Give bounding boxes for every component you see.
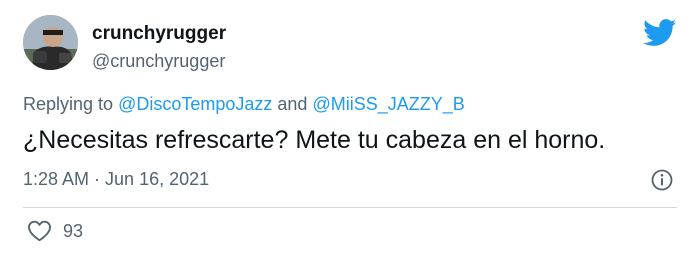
divider [23, 207, 677, 208]
twitter-bird-graphic [643, 19, 677, 46]
heart-icon-graphic [28, 220, 51, 242]
timestamp-separator: · [89, 169, 106, 189]
tweet-timestamp: 1:28 AM · Jun 16, 2021 [23, 169, 209, 190]
timestamp-time[interactable]: 1:28 AM [23, 169, 89, 189]
reply-context: Replying to @DiscoTempoJazz and @MiiSS_J… [23, 94, 465, 115]
info-icon[interactable] [650, 168, 674, 192]
author-avatar[interactable] [23, 15, 78, 70]
tweet-card: crunchyrugger @crunchyrugger Replying to… [0, 0, 700, 258]
twitter-bird-icon[interactable] [643, 19, 677, 47]
tweet-text: ¿Necesitas refrescarte? Mete tu cabeza e… [23, 126, 606, 154]
author-display-name[interactable]: crunchyrugger [92, 23, 226, 45]
mention-link-1[interactable]: @DiscoTempoJazz [118, 94, 272, 114]
avatar-image [23, 15, 78, 70]
mention-link-2[interactable]: @MiiSS_JAZZY_B [312, 94, 464, 114]
info-icon-graphic [651, 169, 673, 191]
reply-joiner: and [272, 94, 313, 114]
heart-icon[interactable] [27, 220, 52, 242]
reply-prefix: Replying to [23, 94, 119, 114]
timestamp-date[interactable]: Jun 16, 2021 [105, 169, 209, 189]
author-handle[interactable]: @crunchyrugger [92, 51, 225, 72]
like-count[interactable]: 93 [63, 221, 83, 242]
